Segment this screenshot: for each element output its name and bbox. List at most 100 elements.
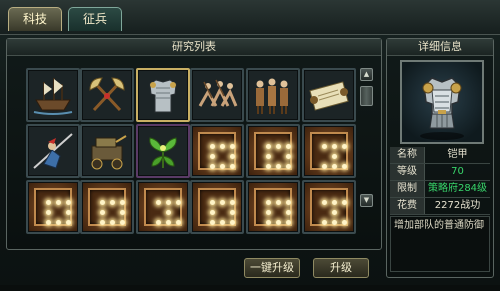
rune-dot <box>120 210 125 215</box>
research-cell-locked[interactable] <box>136 180 190 234</box>
detail-row-key: 等级 <box>390 164 425 180</box>
research-cell-lancer[interactable] <box>26 124 80 178</box>
detail-row: 花费 2272战功 <box>390 198 490 215</box>
research-cell-infantry-squad[interactable] <box>246 68 300 122</box>
upgrade-button[interactable]: 升级 <box>313 258 369 278</box>
locked-rune-icon <box>34 188 72 226</box>
horse-archers-icon <box>198 79 238 107</box>
infantry-squad-icon <box>256 78 288 114</box>
research-cell-locked[interactable] <box>80 180 134 234</box>
rune-dot <box>276 220 281 225</box>
rune-dot <box>266 154 271 159</box>
herb-plant-icon <box>149 137 177 168</box>
detail-row: 名称 铠甲 <box>390 147 490 164</box>
rune-dot <box>286 210 291 215</box>
rune-dot <box>322 220 327 225</box>
rune-dot <box>56 220 61 225</box>
research-cell-herb-plant[interactable] <box>136 124 190 178</box>
locked-rune-icon <box>254 188 292 226</box>
rune-dot <box>220 200 225 205</box>
rune-dot <box>66 220 71 225</box>
scroll-map-icon <box>309 81 349 111</box>
crossed-axes-icon <box>89 77 125 112</box>
scroll-up-button[interactable]: ▲ <box>360 68 373 81</box>
armor-icon <box>149 79 177 113</box>
rune-dot <box>266 164 271 169</box>
detail-row-key: 限制 <box>390 181 425 197</box>
detail-row: 限制 策略府284级 <box>390 181 490 198</box>
rune-dot <box>276 200 281 205</box>
rune-dot <box>276 164 281 169</box>
rune-dot <box>266 200 271 205</box>
research-cell-scroll-map[interactable] <box>302 68 356 122</box>
armor-portrait <box>400 60 484 144</box>
rune-dot <box>100 220 105 225</box>
research-cell-locked[interactable] <box>26 180 80 234</box>
research-cell-locked[interactable] <box>246 180 300 234</box>
rune-dot <box>110 200 115 205</box>
rune-dot <box>230 154 235 159</box>
research-cell-warship[interactable] <box>26 68 80 122</box>
locked-rune-icon <box>310 188 348 226</box>
tab-technology[interactable]: 科技 <box>8 7 62 31</box>
rune-dot <box>176 220 181 225</box>
rune-dot <box>46 210 51 215</box>
tab-recruit[interactable]: 征兵 <box>68 7 122 31</box>
rune-dot <box>286 164 291 169</box>
locked-rune-icon <box>310 132 348 170</box>
rune-dot <box>332 154 337 159</box>
one-click-upgrade-button[interactable]: 一键升级 <box>244 258 300 278</box>
rune-dot <box>120 220 125 225</box>
rune-dot <box>210 220 215 225</box>
locked-rune-icon <box>198 188 236 226</box>
rune-dot <box>332 210 337 215</box>
scroll-down-button[interactable]: ▼ <box>360 194 373 207</box>
rune-dot <box>266 144 271 149</box>
rune-dot <box>156 220 161 225</box>
rune-dot <box>322 144 327 149</box>
rune-dot <box>342 200 347 205</box>
rune-dot <box>332 164 337 169</box>
research-cell-locked[interactable] <box>302 180 356 234</box>
research-cell-armor[interactable] <box>136 68 190 122</box>
research-cell-locked[interactable] <box>302 124 356 178</box>
detail-row-key: 花费 <box>390 198 425 214</box>
tech-window: 科技 征兵 研究列表 ▲ ▼ 一键升级 升级 详细信息 名称 铠甲 等级 70 限制 策略… <box>0 0 500 291</box>
rune-dot <box>230 200 235 205</box>
rune-dot <box>220 144 225 149</box>
research-scrollbar[interactable]: ▲ ▼ <box>360 68 374 212</box>
research-cell-siege-cart[interactable] <box>80 124 134 178</box>
detail-row-value: 策略府284级 <box>427 183 488 194</box>
rune-dot <box>266 220 271 225</box>
research-cell-locked[interactable] <box>190 180 244 234</box>
rune-dot <box>230 210 235 215</box>
locked-rune-icon <box>88 188 126 226</box>
rune-dot <box>166 210 171 215</box>
rune-dot <box>332 144 337 149</box>
rune-dot <box>342 164 347 169</box>
rune-dot <box>110 220 115 225</box>
research-cell-locked[interactable] <box>190 124 244 178</box>
rune-dot <box>286 154 291 159</box>
research-cell-locked[interactable] <box>246 124 300 178</box>
lancer-icon <box>33 133 73 169</box>
rune-dot <box>322 164 327 169</box>
scroll-thumb[interactable] <box>360 86 373 106</box>
research-cell-crossed-axes[interactable] <box>80 68 134 122</box>
rune-dot <box>286 200 291 205</box>
detail-row: 等级 70 <box>390 164 490 181</box>
rune-dot <box>46 220 51 225</box>
rune-dot <box>210 210 215 215</box>
rune-dot <box>100 210 105 215</box>
rune-dot <box>230 164 235 169</box>
rune-dot <box>100 200 105 205</box>
tab-bar: 科技 征兵 <box>0 0 500 35</box>
siege-cart-icon <box>91 135 127 170</box>
rune-dot <box>286 144 291 149</box>
research-list-title: 研究列表 <box>7 39 381 56</box>
rune-dot <box>66 200 71 205</box>
rune-dot <box>46 200 51 205</box>
detail-row-value: 70 <box>451 166 464 177</box>
research-cell-horse-archers[interactable] <box>190 68 244 122</box>
rune-dot <box>332 200 337 205</box>
